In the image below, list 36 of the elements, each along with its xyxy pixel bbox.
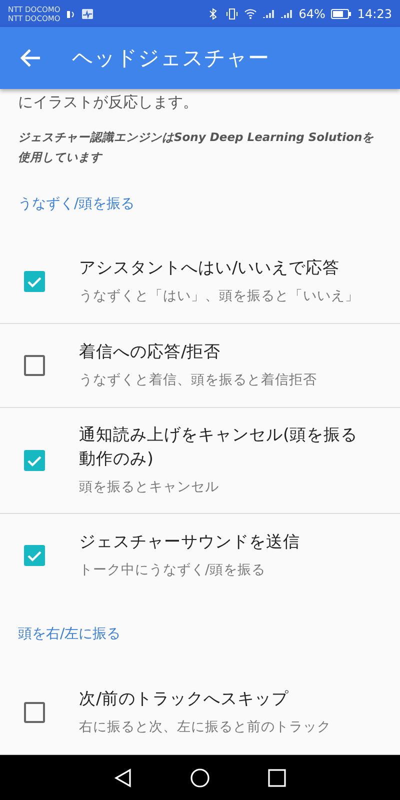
home-icon[interactable] xyxy=(190,768,210,788)
setting-summary: うなずくと着信、頭を振ると着信拒否 xyxy=(79,371,318,390)
nfc-icon xyxy=(66,8,76,18)
activity-icon xyxy=(82,8,94,18)
setting-summary: うなずくと「はい」、頭を振ると「いいえ」 xyxy=(79,287,360,306)
setting-summary: 頭を振るとキャンセル xyxy=(79,478,220,498)
checkbox[interactable] xyxy=(24,271,45,292)
setting-summary: トーク中にうなずく/頭を振る xyxy=(79,561,267,580)
back-arrow-icon[interactable] xyxy=(20,48,42,68)
setting-title: 次/前のトラックへスキップ xyxy=(79,688,290,710)
checkmark-icon xyxy=(27,550,42,562)
battery-icon xyxy=(331,8,352,18)
checkbox[interactable] xyxy=(24,450,45,471)
checkbox[interactable] xyxy=(24,702,45,724)
back-icon[interactable] xyxy=(114,768,132,788)
screen-title: ヘッドジェスチャー xyxy=(72,45,269,72)
section-header: 頭を右/左に振る xyxy=(17,625,122,644)
section-header: うなずく/頭を振る xyxy=(17,194,136,214)
clock-time: 14:23 xyxy=(357,6,392,20)
setting-summary: 右に振ると次、左に振ると前のトラック xyxy=(79,718,332,738)
signal-icon xyxy=(280,8,293,19)
engine-note: ジェスチャー認識エンジンはSony Deep Learning Solutionを使用しています xyxy=(17,129,376,166)
checkmark-icon xyxy=(27,454,42,466)
wifi-icon xyxy=(244,8,257,19)
checkbox[interactable] xyxy=(24,355,45,376)
signal-icon xyxy=(262,8,275,19)
setting-title: ジェスチャーサウンドを送信 xyxy=(79,531,301,554)
vibrate-icon xyxy=(226,8,238,20)
battery-percent: 64% xyxy=(298,6,326,20)
setting-title: アシスタントへはい/いいえで応答 xyxy=(79,257,341,280)
checkbox[interactable] xyxy=(24,545,45,566)
checkmark-icon xyxy=(27,276,42,288)
recents-icon[interactable] xyxy=(268,768,286,786)
description-text: にイラストが反応します。 xyxy=(17,92,199,113)
setting-title: 通知読み上げをキャンセル(頭を振る動作のみ) xyxy=(79,424,358,470)
setting-title: 着信への応答/拒否 xyxy=(79,341,222,364)
